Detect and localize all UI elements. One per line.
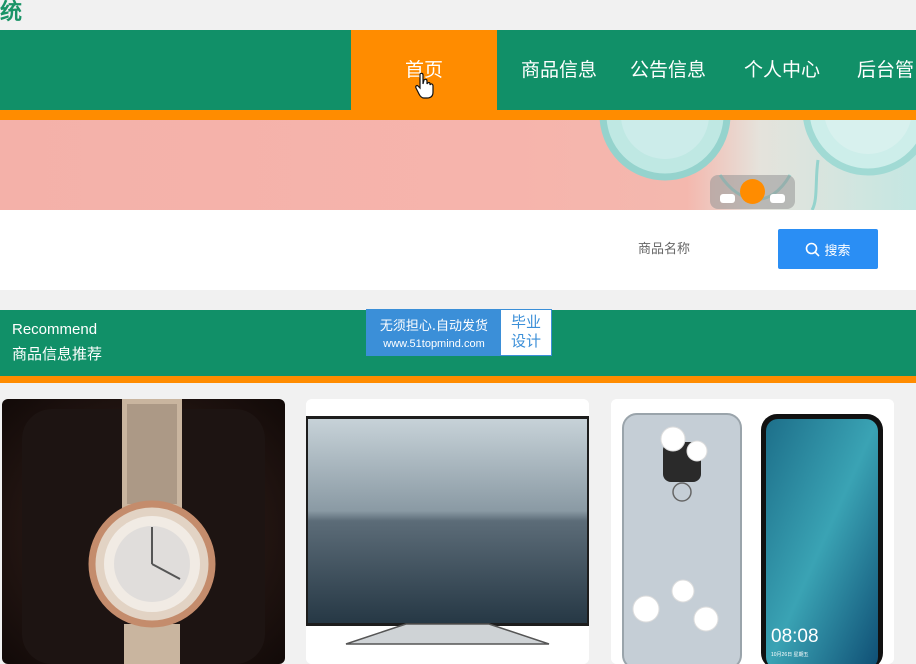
watermark-line1: 无须担心.自动发货 <box>379 319 489 334</box>
product-card-phone[interactable]: 08:08 10月26日 星期五 <box>611 399 894 664</box>
search-field-label: 商品名称 <box>638 242 691 257</box>
search-button-label: 搜索 <box>824 242 851 258</box>
carousel-dot-active[interactable] <box>740 179 765 204</box>
recommend-title-cn: 商品信息推荐 <box>12 345 103 363</box>
watermark-badge-line2: 设计 <box>510 332 541 350</box>
watch-image <box>2 399 285 664</box>
nav-item-user-center[interactable]: 个人中心 <box>744 30 820 110</box>
carousel-dot[interactable] <box>770 194 785 203</box>
watermark-banner: 无须担心.自动发货 www.51topmind.com 毕业 设计 <box>366 309 552 356</box>
nav-item-admin[interactable]: 后台管 <box>857 30 914 110</box>
product-card-television[interactable] <box>306 399 589 664</box>
carousel-indicators <box>710 175 795 209</box>
nav-item-products[interactable]: 商品信息 <box>521 30 597 110</box>
hand-cursor-icon <box>415 72 434 99</box>
main-nav: 首页 商品信息 公告信息 个人中心 后台管 <box>0 30 916 110</box>
product-card-watch[interactable] <box>2 399 285 664</box>
phone-screen-time: 08:08 <box>771 626 819 647</box>
television-image <box>306 399 589 664</box>
search-icon <box>806 242 821 257</box>
phone-image: 08:08 10月26日 星期五 <box>611 399 894 664</box>
nav-accent-stripe <box>0 110 916 120</box>
carousel-dot[interactable] <box>720 194 735 203</box>
site-title: 统 <box>0 0 23 25</box>
phone-screen-date: 10月26日 星期五 <box>771 652 809 658</box>
search-button[interactable]: 搜索 <box>778 229 878 269</box>
watermark-badge-line1: 毕业 <box>510 313 541 331</box>
recommend-accent-stripe <box>0 376 916 383</box>
watermark-url: www.51topmind.com <box>383 338 485 350</box>
nav-item-announcements[interactable]: 公告信息 <box>630 30 706 110</box>
recommend-title-en: Recommend <box>12 321 98 338</box>
product-grid: 08:08 10月26日 星期五 <box>0 399 916 664</box>
